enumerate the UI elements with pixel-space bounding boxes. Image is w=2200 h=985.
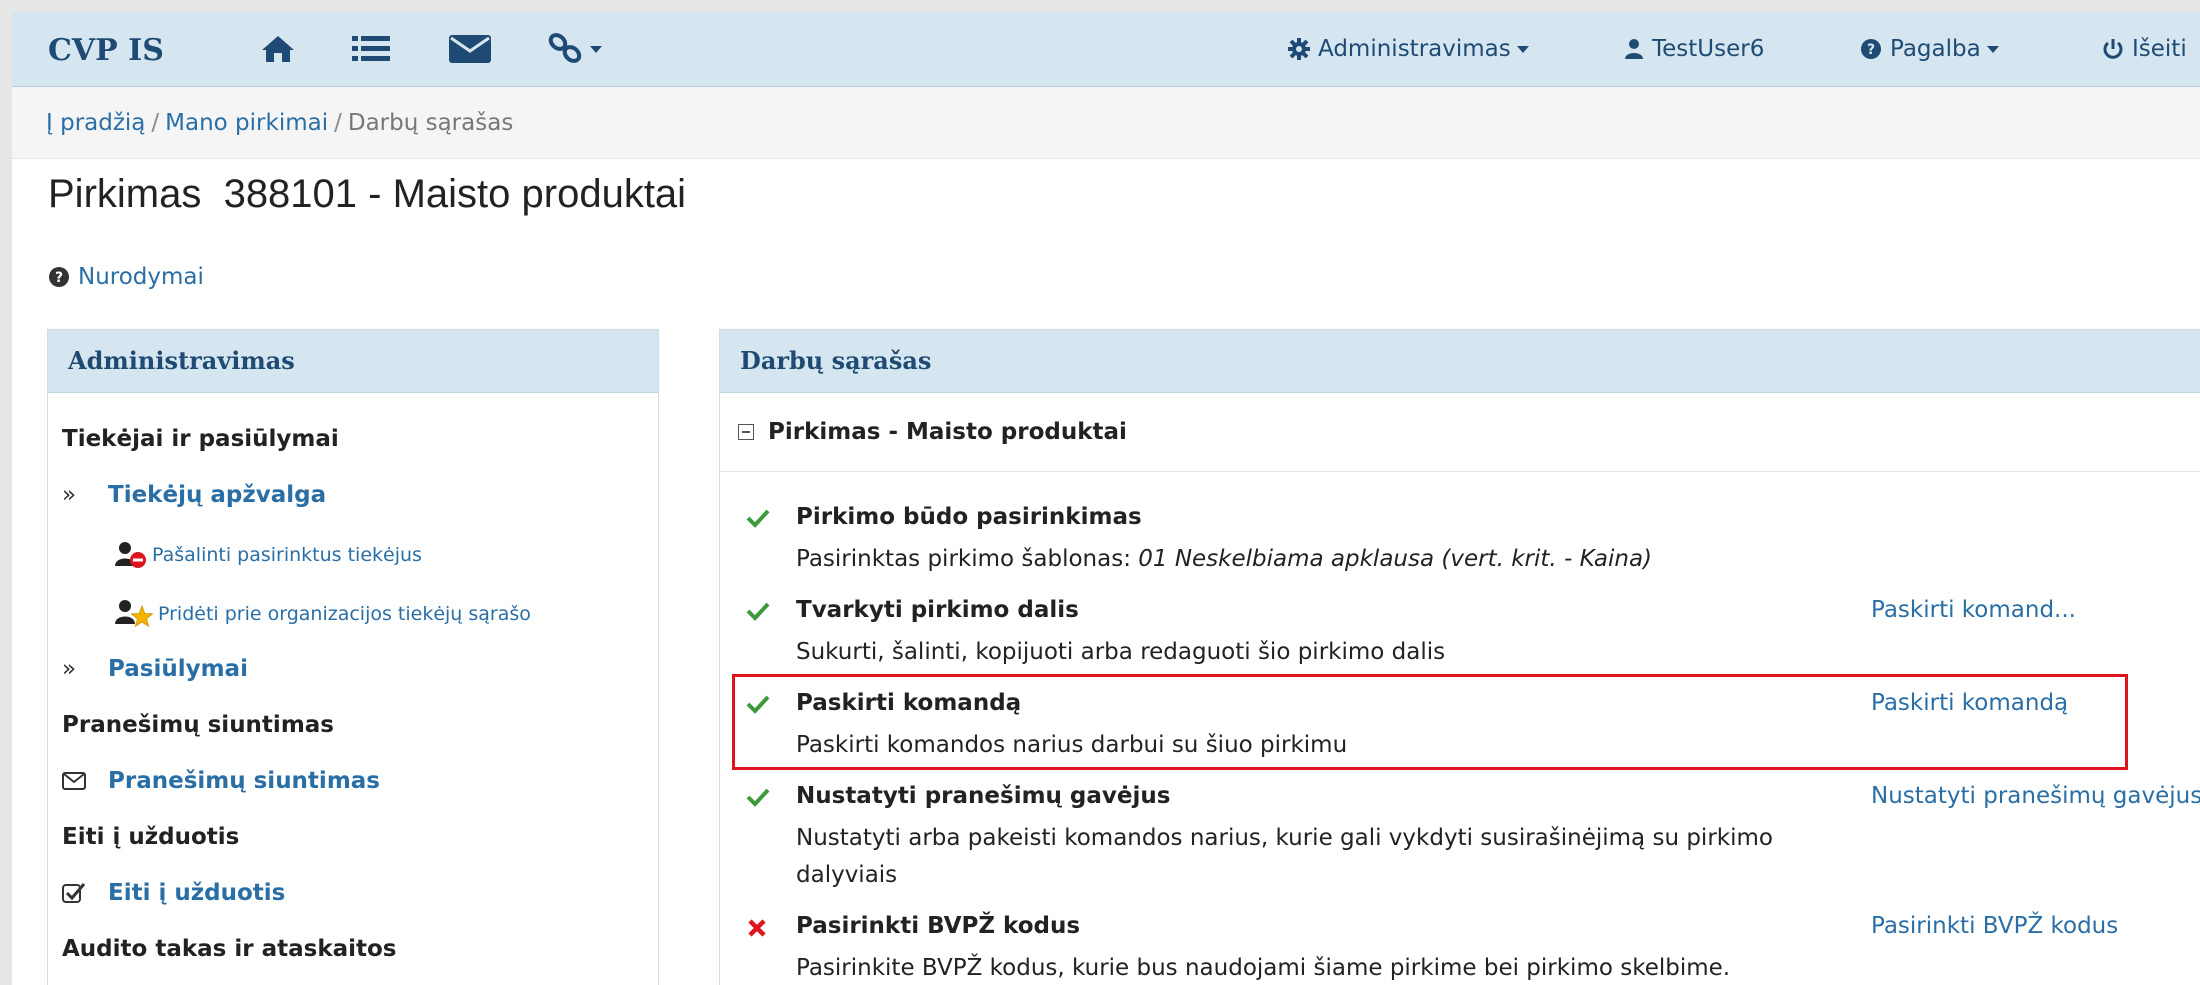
chevron-down-icon [590,45,602,53]
logout-label: Išeiti [2132,36,2187,62]
instructions-label: Nurodymai [78,264,204,290]
sidebar-item-messaging[interactable]: Pranešimų siuntimas [62,768,380,794]
sidebar-section-messaging: Pranešimų siuntimas [62,712,334,738]
sidebar-section-tasks: Eiti į užduotis [62,824,240,850]
check-icon [746,787,770,811]
add-to-org-suppliers-link[interactable]: Pridėti prie organizacijos tiekėjų sąraš… [114,598,531,630]
remove-suppliers-label: Pašalinti pasirinktus tiekėjus [152,544,422,566]
worklist-panel: Darbų sąrašas Pirkimas - Maisto produkta… [719,329,2200,985]
checkbox-checked-icon [62,882,108,904]
task-title: Nustatyti pranešimų gavėjus [796,783,1171,809]
svg-text:?: ? [55,270,63,286]
brand-logo[interactable]: CVP IS [48,33,164,68]
sidebar-item-label: Pasiūlymai [108,656,248,682]
task-row: Tvarkyti pirkimo dalis Sukurti, šalinti,… [720,597,2200,677]
task-title: Pirkimo būdo pasirinkimas [796,504,1142,530]
task-group-header: Pirkimas - Maisto produktai [720,392,2200,472]
remove-suppliers-link[interactable]: Pašalinti pasirinktus tiekėjus [114,540,422,570]
top-navbar: CVP IS Administravimas TestUser6 ? Pagal… [12,12,2200,87]
task-action-link[interactable]: Nustatyti pranešimų gavėjus [1871,783,2200,809]
check-icon [746,694,770,718]
envelope-outline-icon [62,772,108,790]
double-chevron-right-icon: » [62,656,77,682]
add-to-org-suppliers-label: Pridėti prie organizacijos tiekėjų sąraš… [158,603,531,625]
task-description: Pasirinktas pirkimo šablonas: 01 Neskelb… [796,541,1826,578]
task-title: Pasirinkti BVPŽ kodus [796,913,1081,939]
gear-icon [1288,38,1310,60]
task-action-link[interactable]: Paskirti komandą [1871,690,2068,716]
breadcrumb: Į pradžią / Mano pirkimai / Darbų sąrašas [12,87,2200,159]
task-action-link[interactable]: Paskirti komand... [1871,597,2076,623]
task-description: Nustatyti arba pakeisti komandos narius,… [796,825,1773,888]
user-star-icon [115,600,154,628]
user-remove-icon [115,542,146,568]
app-window: CVP IS Administravimas TestUser6 ? Pagal… [12,12,2200,985]
admin-sidebar: Administravimas Tiekėjai ir pasiūlymai »… [47,329,659,985]
check-icon [746,601,770,625]
sidebar-item-label: Eiti į užduotis [108,880,286,906]
breadcrumb-separator: / [151,110,160,136]
breadcrumb-home-link[interactable]: Į pradžią [46,110,145,136]
task-row: Nustatyti pranešimų gavėjus Nustatyti ar… [720,783,2200,903]
sidebar-title: Administravimas [48,330,658,393]
logout-button[interactable]: Išeiti [2102,34,2187,64]
user-menu-label: TestUser6 [1652,36,1765,62]
admin-menu[interactable]: Administravimas [1288,34,1529,64]
double-chevron-right-icon: » [62,482,77,508]
collapse-toggle-icon[interactable] [738,423,754,440]
question-circle-icon: ? [49,267,69,287]
user-menu[interactable]: TestUser6 [1624,34,1764,64]
cross-icon [746,917,768,943]
task-action-link[interactable]: Pasirinkti BVPŽ kodus [1871,913,2118,939]
link-icon[interactable] [548,32,602,66]
worklist-title: Darbų sąrašas [720,330,2200,393]
breadcrumb-current: Darbų sąrašas [347,110,514,136]
sidebar-item-offers[interactable]: » Pasiūlymai [62,656,248,682]
sidebar-section-suppliers: Tiekėjai ir pasiūlymai [62,426,339,452]
home-icon[interactable] [260,32,296,66]
list-icon[interactable] [352,32,390,66]
breadcrumb-separator: / [334,110,342,136]
task-title: Tvarkyti pirkimo dalis [796,597,1079,623]
help-menu-label: Pagalba [1890,36,1981,62]
sidebar-item-label: Tiekėjų apžvalga [108,482,327,508]
task-description: Pasirinkite BVPŽ kodus, kurie bus naudoj… [796,955,1731,981]
task-description-text: Pasirinktas pirkimo šablonas: [796,546,1139,572]
power-icon [2103,39,2123,59]
task-description: Sukurti, šalinti, kopijuoti arba redaguo… [796,639,1446,665]
chevron-down-icon [1986,45,1999,53]
sidebar-item-tasks[interactable]: Eiti į užduotis [62,880,285,906]
task-title: Paskirti komandą [796,690,1022,716]
sidebar-section-audit: Audito takas ir ataskaitos [62,936,397,962]
task-description: Paskirti komandos narius darbui su šiuo … [796,732,1348,758]
breadcrumb-purchases-link[interactable]: Mano pirkimai [165,110,328,136]
user-icon [1625,39,1643,59]
check-icon [746,508,770,532]
chevron-down-icon [1516,45,1529,53]
task-row: Pasirinkti BVPŽ kodus Pasirinkite BVPŽ k… [720,913,2200,985]
question-circle-icon: ? [1861,39,1881,59]
page-title: Pirkimas 388101 - Maisto produktai [48,172,687,216]
task-group-title: Pirkimas - Maisto produktai [768,418,1127,445]
template-name: 01 Neskelbiama apklausa (vert. krit. - K… [1138,546,1653,572]
svg-text:?: ? [1867,42,1875,58]
admin-menu-label: Administravimas [1318,36,1511,62]
task-row: Pirkimo būdo pasirinkimas Pasirinktas pi… [720,504,2200,584]
sidebar-item-supplier-overview[interactable]: » Tiekėjų apžvalga [62,482,326,508]
envelope-icon[interactable] [448,32,492,66]
task-row: Paskirti komandą Paskirti komandos nariu… [720,690,2200,770]
instructions-link[interactable]: ? Nurodymai [48,264,204,290]
sidebar-item-label: Pranešimų siuntimas [108,768,380,794]
help-menu[interactable]: ? Pagalba [1860,34,1999,64]
